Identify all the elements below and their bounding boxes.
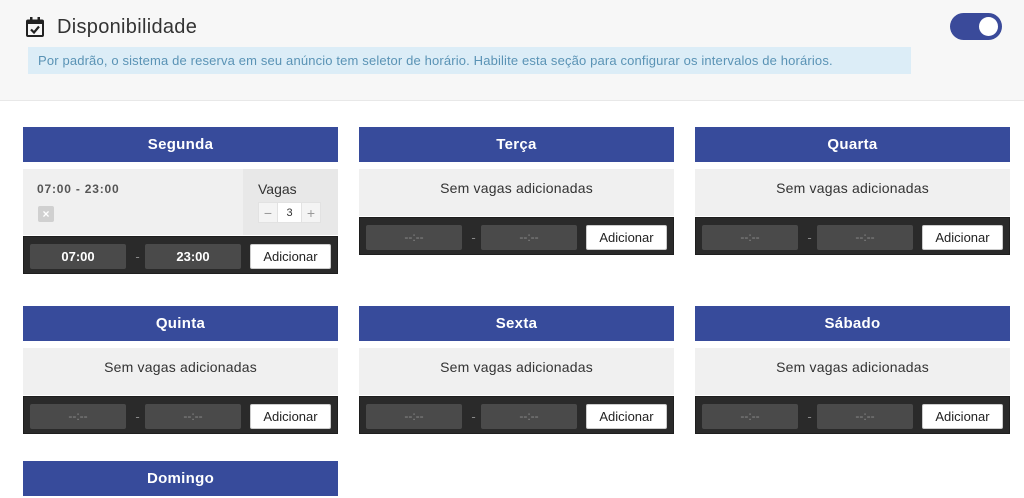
start-time-input[interactable]: --:-- [702, 404, 798, 429]
slot-time-range: 07:00 - 23:00 [37, 182, 120, 196]
start-time-input[interactable]: --:-- [702, 225, 798, 250]
add-slot-bar: 07:00 - 23:00 Adicionar [23, 236, 338, 274]
end-time-input[interactable]: --:-- [145, 404, 241, 429]
vagas-stepper: − 3 + [258, 202, 323, 223]
range-dash: - [135, 409, 140, 424]
empty-message: Sem vagas adicionadas [359, 348, 674, 395]
range-dash: - [135, 249, 140, 264]
day-card-quinta: Quinta Sem vagas adicionadas --:-- - --:… [23, 306, 338, 434]
empty-message: Sem vagas adicionadas [695, 169, 1010, 216]
end-time-input[interactable]: --:-- [481, 404, 577, 429]
add-slot-bar: --:-- - --:-- Adicionar [695, 396, 1010, 434]
end-time-input[interactable]: --:-- [817, 225, 913, 250]
end-time-input[interactable]: --:-- [481, 225, 577, 250]
decrement-button[interactable]: − [258, 202, 278, 223]
add-slot-bar: --:-- - --:-- Adicionar [23, 396, 338, 434]
day-title: Sábado [695, 306, 1010, 341]
day-title: Terça [359, 127, 674, 162]
add-button[interactable]: Adicionar [250, 244, 331, 269]
add-button[interactable]: Adicionar [586, 225, 667, 250]
add-button[interactable]: Adicionar [922, 404, 1003, 429]
day-title: Sexta [359, 306, 674, 341]
info-banner: Por padrão, o sistema de reserva em seu … [28, 47, 911, 74]
increment-button[interactable]: + [301, 202, 321, 223]
day-title: Domingo [23, 461, 338, 496]
end-time-input[interactable]: --:-- [817, 404, 913, 429]
page-title: Disponibilidade [57, 16, 198, 38]
day-title: Quinta [23, 306, 338, 341]
start-time-input[interactable]: --:-- [366, 225, 462, 250]
add-slot-bar: --:-- - --:-- Adicionar [695, 217, 1010, 255]
range-dash: - [471, 409, 476, 424]
day-title: Segunda [23, 127, 338, 162]
add-button[interactable]: Adicionar [586, 404, 667, 429]
vagas-value[interactable]: 3 [278, 202, 301, 223]
delete-slot-icon[interactable]: × [38, 206, 54, 222]
day-card-quarta: Quarta Sem vagas adicionadas --:-- - --:… [695, 127, 1010, 255]
empty-message: Sem vagas adicionadas [695, 348, 1010, 395]
time-slot: 07:00 - 23:00 × Vagas − 3 + [23, 169, 338, 235]
add-slot-bar: --:-- - --:-- Adicionar [359, 217, 674, 255]
start-time-input[interactable]: --:-- [30, 404, 126, 429]
add-slot-bar: --:-- - --:-- Adicionar [359, 396, 674, 434]
vagas-label: Vagas [258, 181, 297, 197]
empty-message: Sem vagas adicionadas [23, 348, 338, 395]
range-dash: - [807, 409, 812, 424]
day-card-segunda: Segunda 07:00 - 23:00 × Vagas − 3 + 07:0… [23, 127, 338, 274]
empty-message: Sem vagas adicionadas [359, 169, 674, 216]
calendar-check-icon [26, 17, 44, 37]
add-button[interactable]: Adicionar [250, 404, 331, 429]
day-card-sexta: Sexta Sem vagas adicionadas --:-- - --:-… [359, 306, 674, 434]
range-dash: - [471, 230, 476, 245]
availability-header: Disponibilidade Por padrão, o sistema de… [0, 0, 1024, 101]
end-time-input[interactable]: 23:00 [145, 244, 241, 269]
add-button[interactable]: Adicionar [922, 225, 1003, 250]
availability-toggle[interactable] [950, 13, 1002, 40]
day-title: Quarta [695, 127, 1010, 162]
day-card-sabado: Sábado Sem vagas adicionadas --:-- - --:… [695, 306, 1010, 434]
vagas-box: Vagas − 3 + [243, 169, 338, 235]
start-time-input[interactable]: --:-- [366, 404, 462, 429]
toggle-knob [979, 17, 998, 36]
day-card-domingo: Domingo [23, 461, 338, 496]
range-dash: - [807, 230, 812, 245]
day-card-terca: Terça Sem vagas adicionadas --:-- - --:-… [359, 127, 674, 255]
start-time-input[interactable]: 07:00 [30, 244, 126, 269]
